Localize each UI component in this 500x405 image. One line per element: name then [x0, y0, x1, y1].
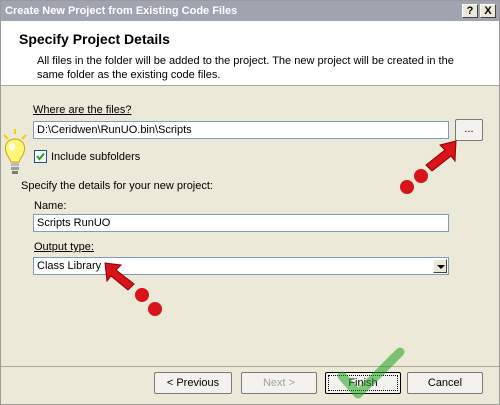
output-type-value: Class Library	[37, 260, 102, 272]
output-type-select[interactable]: Class Library	[33, 257, 449, 275]
output-type-label-text: Output type:	[34, 241, 94, 253]
title-bar[interactable]: Create New Project from Existing Code Fi…	[1, 1, 499, 21]
files-path-input[interactable]: D:\Ceridwen\RunUO.bin\Scripts	[33, 121, 449, 139]
close-button[interactable]: X	[480, 4, 496, 18]
details-label: Specify the details for your new project…	[21, 180, 213, 192]
next-button[interactable]: Next >	[241, 372, 317, 394]
wizard-header: Specify Project Details All files in the…	[1, 21, 499, 86]
cancel-button[interactable]: Cancel	[407, 372, 483, 394]
checkmark-icon	[36, 152, 45, 161]
page-description: All files in the folder will be added to…	[37, 55, 454, 81]
checkmark-icon	[337, 347, 405, 399]
include-subfolders-label[interactable]: Include subfolders	[51, 151, 140, 163]
previous-button[interactable]: < Previous	[154, 372, 232, 394]
help-button[interactable]: ?	[462, 4, 478, 18]
red-arrow-icon	[400, 140, 457, 194]
output-type-label: Output type:	[34, 241, 94, 253]
include-subfolders-checkbox[interactable]	[34, 150, 47, 163]
red-arrow-icon	[104, 262, 162, 316]
name-label: Name:	[34, 200, 67, 212]
window-title: Create New Project from Existing Code Fi…	[5, 5, 238, 17]
footer-separator	[1, 366, 499, 367]
dropdown-arrow-icon[interactable]	[433, 259, 447, 273]
dialog-window: Create New Project from Existing Code Fi…	[0, 0, 500, 405]
files-label: Where are the files?	[33, 104, 131, 116]
page-title: Specify Project Details	[19, 31, 170, 47]
name-input[interactable]: Scripts RunUO	[33, 214, 449, 232]
lightbulb-icon	[3, 129, 27, 174]
files-label-text: Where are the files?	[33, 104, 132, 116]
